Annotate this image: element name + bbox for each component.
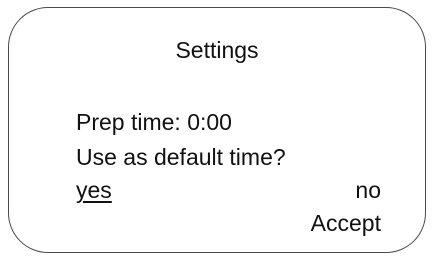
default-time-question: Use as default time?: [76, 144, 286, 170]
prep-time-readout: Prep time: 0:00: [76, 109, 232, 135]
screen-title: Settings: [175, 37, 259, 63]
option-yes[interactable]: yes: [76, 176, 112, 204]
accept-button[interactable]: Accept: [311, 209, 381, 237]
option-no[interactable]: no: [355, 176, 381, 204]
settings-screen: Settings Prep time: 0:00 Use as default …: [8, 7, 426, 253]
